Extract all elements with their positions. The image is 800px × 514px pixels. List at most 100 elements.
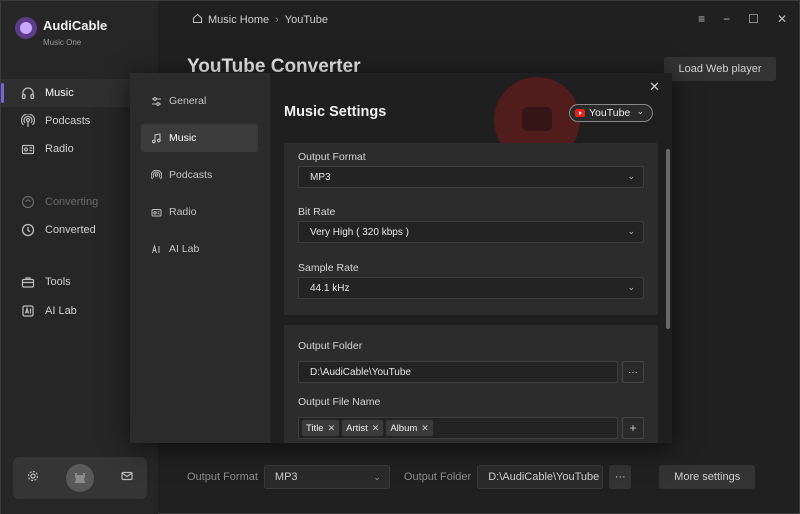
close-window-icon[interactable]: ✕ [777, 12, 787, 26]
minimize-icon[interactable]: − [723, 12, 730, 26]
more-settings-button[interactable]: More settings [659, 465, 756, 489]
clock-icon [21, 223, 35, 237]
output-format-select[interactable]: MP3 ⌄ [263, 465, 390, 489]
chevron-down-icon: ⌄ [627, 171, 635, 181]
settings-nav: General Music Podcasts Radio AI Lab [130, 73, 270, 443]
settings-tab-label: Music [169, 132, 197, 144]
brand-subtitle: Music One [43, 38, 82, 47]
remove-tag-icon[interactable]: ✕ [421, 423, 429, 434]
browse-folder-button[interactable]: ··· [609, 465, 632, 489]
breadcrumb-home[interactable]: Music Home [208, 14, 269, 26]
tag-label: Album [390, 422, 418, 434]
sidebar-item-label: Converting [45, 196, 99, 208]
add-tag-button[interactable]: + [622, 417, 644, 439]
output-format-label: Output Format [187, 471, 258, 483]
output-folder-label: Output Folder [403, 471, 472, 483]
settings-tab-radio[interactable]: Radio [141, 198, 258, 226]
output-folder-value: D:\AudiCable\YouTube [488, 471, 600, 483]
bit-rate-value: Very High ( 320 kbps ) [310, 226, 409, 238]
output-folder-value: D:\AudiCable\YouTube [310, 366, 411, 378]
file-name-tag[interactable]: Title ✕ [302, 420, 340, 436]
sample-rate-value: 44.1 kHz [310, 282, 350, 294]
bit-rate-label: Bit Rate [298, 206, 336, 218]
toolbox-icon [21, 275, 35, 289]
file-name-tag[interactable]: Artist ✕ [342, 420, 384, 436]
settings-tab-general[interactable]: General [141, 87, 258, 115]
chevron-down-icon: ⌄ [373, 471, 381, 482]
output-format-select[interactable]: MP3 ⌄ [298, 166, 644, 188]
chevron-down-icon: ⌄ [627, 282, 635, 292]
breadcrumb-current: YouTube [284, 14, 329, 26]
tag-label: Artist [346, 422, 368, 434]
sidebar-footer [13, 457, 147, 499]
settings-tab-label: General [169, 95, 207, 107]
file-name-tag[interactable]: Album ✕ [386, 420, 433, 436]
settings-tab-label: Podcasts [169, 169, 213, 181]
remove-tag-icon[interactable]: ✕ [328, 423, 336, 434]
source-select[interactable]: YouTube ⌄ [569, 104, 653, 122]
sidebar-item-label: Music [45, 87, 74, 99]
menu-icon[interactable]: ≡ [698, 12, 705, 26]
breadcrumb: Music Home › YouTube [192, 13, 328, 27]
browse-folder-button[interactable]: ··· [622, 361, 644, 383]
sample-rate-select[interactable]: 44.1 kHz ⌄ [298, 277, 644, 299]
bit-rate-select[interactable]: Very High ( 320 kbps ) ⌄ [298, 221, 644, 243]
sidebar-item-label: Converted [45, 224, 96, 236]
settings-tab-label: AI Lab [169, 243, 200, 255]
sliders-icon [150, 95, 162, 107]
bottom-bar: Output Format MP3 ⌄ Output Folder D:\Aud… [187, 463, 787, 491]
settings-gear-icon[interactable] [27, 469, 39, 487]
maximize-icon[interactable]: ☐ [748, 12, 759, 26]
mail-icon[interactable] [121, 469, 133, 487]
remove-tag-icon[interactable]: ✕ [372, 423, 380, 434]
ai-icon [150, 243, 162, 255]
top-bar: Music Home › YouTube ≡ − ☐ ✕ [158, 1, 800, 39]
output-file-name-label: Output File Name [298, 396, 381, 408]
file-name-tags-field[interactable]: Title ✕ Artist ✕ Album ✕ [298, 417, 618, 439]
sidebar-item-label: Podcasts [45, 115, 91, 127]
headphones-icon [21, 86, 35, 100]
output-format-value: MP3 [274, 471, 298, 483]
radio-icon [150, 206, 162, 218]
tag-label: Title [306, 422, 324, 434]
app-window: AudiCable Music One Music Podcasts Radio [0, 0, 800, 514]
output-folder-field[interactable]: D:\AudiCable\YouTube [298, 361, 618, 383]
sidebar-item-label: AI Lab [45, 305, 77, 317]
radio-icon [21, 142, 35, 156]
window-controls: ≡ − ☐ ✕ [698, 12, 787, 26]
scrollbar[interactable] [666, 149, 670, 329]
sidebar-item-label: Tools [45, 276, 71, 288]
load-web-player-button[interactable]: Load Web player [664, 57, 776, 81]
chevron-down-icon: ⌄ [636, 106, 644, 116]
chevron-down-icon: ⌄ [627, 226, 635, 236]
sample-rate-label: Sample Rate [298, 262, 359, 274]
ai-icon [21, 304, 35, 318]
output-folder-label: Output Folder [298, 340, 363, 352]
output-format-label: Output Format [298, 151, 366, 163]
settings-tab-label: Radio [169, 206, 197, 218]
source-value: YouTube [589, 107, 631, 119]
podcast-icon [150, 169, 162, 181]
settings-content: ✕ Music Settings YouTube ⌄ Output Format… [270, 73, 672, 443]
avatar[interactable] [66, 464, 94, 492]
brand: AudiCable Music One [15, 17, 107, 47]
audio-settings-card: Output Format MP3 ⌄ Bit Rate Very High (… [284, 143, 658, 315]
chevron-right-icon: › [275, 14, 279, 26]
settings-title: Music Settings [284, 104, 387, 120]
settings-tab-podcasts[interactable]: Podcasts [141, 161, 258, 189]
output-folder-field[interactable]: D:\AudiCable\YouTube [477, 465, 604, 489]
music-note-icon [150, 132, 162, 144]
app-logo-icon [15, 17, 37, 39]
settings-tab-music[interactable]: Music [141, 124, 258, 152]
sidebar-item-label: Radio [45, 143, 74, 155]
settings-tab-ai-lab[interactable]: AI Lab [141, 235, 258, 263]
output-format-value: MP3 [310, 171, 331, 183]
home-icon [192, 13, 203, 27]
converting-icon [21, 195, 35, 209]
close-icon[interactable]: ✕ [649, 79, 660, 95]
youtube-icon [575, 109, 585, 117]
output-settings-card: Output Folder D:\AudiCable\YouTube ··· O… [284, 325, 658, 443]
brand-name: AudiCable [43, 18, 108, 33]
podcast-icon [21, 114, 35, 128]
settings-dialog: General Music Podcasts Radio AI Lab ✕ Mu… [130, 73, 672, 443]
